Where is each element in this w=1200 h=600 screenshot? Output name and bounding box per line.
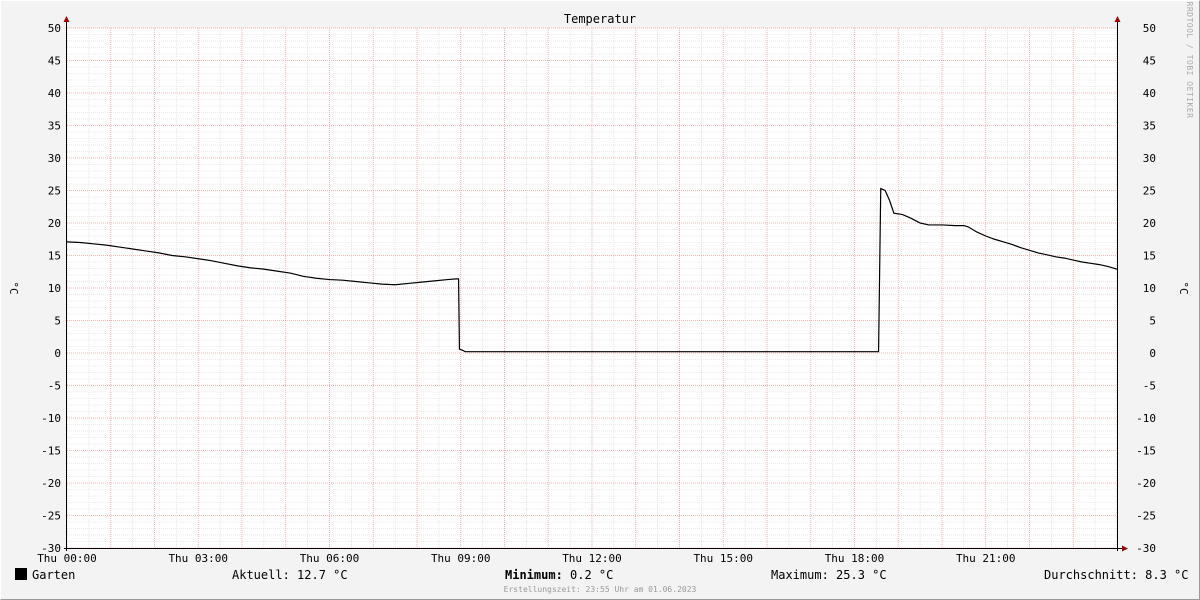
legend-swatch: [15, 568, 27, 580]
y-tick-label-left: 20: [48, 217, 61, 230]
y-tick-label-left: 45: [48, 55, 61, 68]
y-tick-label-right: -25: [1136, 510, 1156, 523]
left-axis-unit: °C: [7, 281, 20, 294]
legend-series-name: Garten: [32, 568, 76, 582]
y-tick-label-left: 40: [48, 87, 61, 100]
x-axis-arrow: [1122, 545, 1128, 552]
y-tick-label-right: 50: [1143, 22, 1156, 35]
y-tick-label-right: 5: [1149, 315, 1156, 328]
y-tick-label-left: -5: [48, 380, 61, 393]
y-tick-label-left: 15: [48, 250, 61, 263]
legend-current: Aktuell: 12.7 °C: [232, 568, 348, 582]
legend-minimum-label: Minimum:: [505, 568, 563, 582]
legend-row: Garten Aktuell: 12.7 °C Minimum: 0.2 °C …: [0, 566, 1200, 584]
grid: [66, 27, 1118, 549]
y-tick-label-right: -5: [1143, 380, 1156, 393]
y-tick-label-right: 30: [1143, 152, 1156, 165]
legend-average: Durchschnitt: 8.3 °C: [1044, 568, 1189, 582]
temperature-chart: Temperatur °C °C RRDTOOL / TOBI OETIKER …: [7, 2, 1194, 565]
y-tick-label-left: 10: [48, 282, 61, 295]
y-tick-label-right: -30: [1136, 542, 1156, 555]
creation-time-footer: Erstellungszeit: 23:55 Uhr am 01.06.2023: [503, 585, 697, 594]
x-tick-label: Thu 06:00: [300, 552, 360, 565]
y-tick-label-right: 40: [1143, 87, 1156, 100]
y-tick-label-right: 0: [1149, 347, 1156, 360]
legend-minimum-value: 0.2 °C: [570, 568, 614, 582]
x-tick-label: Thu 03:00: [168, 552, 228, 565]
y-tick-label-right: 25: [1143, 185, 1156, 198]
rrdtool-watermark: RRDTOOL / TOBI OETIKER: [1185, 2, 1194, 119]
y-tick-label-right: -10: [1136, 412, 1156, 425]
y-tick-label-left: 35: [48, 120, 61, 133]
y-tick-label-left: -25: [41, 510, 61, 523]
y-tick-label-left: 0: [54, 347, 61, 360]
y-tick-label-right: -20: [1136, 477, 1156, 490]
y-tick-label-right: 45: [1143, 55, 1156, 68]
y-tick-label-right: 15: [1143, 250, 1156, 263]
y-axis-left-arrow: [63, 16, 70, 22]
y-tick-label-left: -10: [41, 412, 61, 425]
x-tick-labels: Thu 00:00 Thu 03:00 Thu 06:00 Thu 09:00 Thu …: [37, 552, 1015, 565]
x-tick-label: Thu 15:00: [693, 552, 753, 565]
y-tick-label-left: 30: [48, 152, 61, 165]
x-tick-label: Thu 21:00: [956, 552, 1016, 565]
y-axis-right-arrow: [1114, 16, 1121, 22]
y-tick-label-right: 35: [1143, 120, 1156, 133]
y-tick-label-left: 5: [54, 315, 61, 328]
y-tick-label-left: 25: [48, 185, 61, 198]
y-tick-label-left: -15: [41, 445, 61, 458]
y-tick-label-left: 50: [48, 22, 61, 35]
x-tick-label: Thu 09:00: [431, 552, 491, 565]
y-tick-label-right: -15: [1136, 445, 1156, 458]
x-tick-label: Thu 12:00: [562, 552, 622, 565]
y-tick-label-left: -20: [41, 477, 61, 490]
y-tick-label-right: 10: [1143, 282, 1156, 295]
legend-maximum: Maximum: 25.3 °C: [771, 568, 887, 582]
legend-series: Garten: [15, 568, 75, 582]
chart-title: Temperatur: [564, 12, 636, 26]
y-tick-label-right: 20: [1143, 217, 1156, 230]
legend-minimum: Minimum: 0.2 °C: [505, 568, 613, 582]
x-tick-label: Thu 00:00: [37, 552, 97, 565]
right-axis-unit: °C: [1177, 281, 1190, 294]
x-tick-label: Thu 18:00: [825, 552, 885, 565]
